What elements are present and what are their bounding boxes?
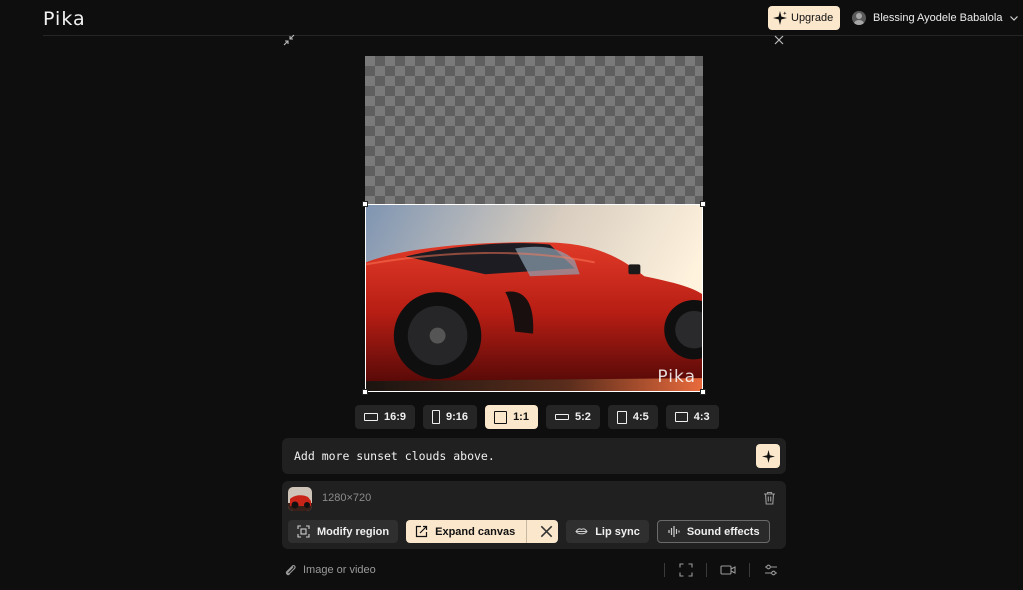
chevron-down-icon <box>1010 16 1019 21</box>
expand-canvas-preview[interactable]: Pika <box>362 56 706 395</box>
modify-region-button[interactable]: Modify region <box>288 520 399 543</box>
attach-label: Image or video <box>303 564 376 576</box>
ratio-label: 16:9 <box>384 411 407 423</box>
ratio-9-16-icon <box>432 410 441 424</box>
expand-canvas-label: Expand canvas <box>435 525 516 538</box>
prompt-input[interactable]: Add more sunset clouds above. <box>282 438 786 474</box>
asset-resolution: 1280×720 <box>322 492 372 504</box>
ratio-1-1-icon <box>494 410 508 424</box>
pika-logo[interactable]: Pika <box>43 8 86 30</box>
resize-handle-top-right[interactable] <box>700 201 706 207</box>
footer-divider <box>706 563 707 577</box>
close-icon <box>540 525 552 538</box>
user-name: Blessing Ayodele Babalola <box>873 12 1003 24</box>
modify-region-icon <box>297 525 310 538</box>
lips-icon <box>575 528 588 535</box>
upgrade-label: Upgrade <box>791 12 834 24</box>
resize-handle-bottom-right[interactable] <box>700 389 706 395</box>
attach-media-button[interactable]: Image or video <box>283 563 376 577</box>
transparent-expansion-area <box>365 56 703 204</box>
video-camera-icon[interactable] <box>720 563 736 577</box>
asset-thumbnail[interactable] <box>288 487 312 511</box>
ratio-1-1-button[interactable]: 1:1 <box>485 405 538 429</box>
resize-handle-bottom-left[interactable] <box>362 389 368 395</box>
fullscreen-icon[interactable] <box>679 563 693 577</box>
prompt-text[interactable]: Add more sunset clouds above. <box>294 449 495 463</box>
expand-canvas-button[interactable]: Expand canvas <box>406 520 559 543</box>
lip-sync-button[interactable]: Lip sync <box>566 520 649 543</box>
sound-effects-label: Sound effects <box>686 525 760 538</box>
ratio-label: 4:3 <box>693 411 710 423</box>
generate-button[interactable] <box>756 444 780 468</box>
source-image: Pika <box>365 204 703 392</box>
sound-wave-icon <box>668 526 680 537</box>
close-icon[interactable] <box>773 34 785 46</box>
header-divider <box>43 35 1023 36</box>
expand-canvas-icon <box>416 525 428 538</box>
lip-sync-label: Lip sync <box>595 525 640 538</box>
ratio-4-5-icon <box>616 410 627 424</box>
footer-divider <box>664 563 665 577</box>
user-avatar-icon <box>852 11 866 25</box>
upgrade-button[interactable]: Upgrade <box>768 6 840 30</box>
edit-tools: Modify region Expand canvas Lip sync Sou… <box>288 520 770 543</box>
ratio-9-16-button[interactable]: 9:16 <box>423 405 478 429</box>
ratio-5-2-button[interactable]: 5:2 <box>545 405 600 429</box>
ratio-label: 1:1 <box>513 411 529 423</box>
ratio-label: 5:2 <box>574 411 591 423</box>
ratio-4-5-button[interactable]: 4:5 <box>607 405 658 429</box>
ratio-5-2-icon <box>554 414 569 420</box>
resize-handle-top-left[interactable] <box>362 201 368 207</box>
sound-effects-button[interactable]: Sound effects <box>656 520 770 543</box>
sliders-icon[interactable] <box>764 563 778 577</box>
sparkle-icon <box>773 11 787 25</box>
ratio-label: 4:5 <box>632 411 649 423</box>
modify-region-label: Modify region <box>317 525 390 538</box>
collapse-icon[interactable] <box>283 34 295 46</box>
trash-icon[interactable] <box>763 491 776 505</box>
ratio-label: 9:16 <box>446 411 469 423</box>
user-menu[interactable]: Blessing Ayodele Babalola <box>852 8 1019 28</box>
remove-expand-canvas-button[interactable] <box>534 520 558 543</box>
tool-divider <box>526 520 528 543</box>
pika-watermark: Pika <box>657 367 696 387</box>
aspect-ratio-selector: 16:9 9:16 1:1 5:2 4:5 4:3 <box>355 405 719 429</box>
ratio-16-9-icon <box>364 413 378 421</box>
sparkle-icon <box>761 449 775 463</box>
ratio-16-9-button[interactable]: 16:9 <box>355 405 416 429</box>
paperclip-icon <box>285 565 296 576</box>
ratio-4-3-icon <box>674 412 688 422</box>
asset-panel: 1280×720 Modify region Expand canvas Lip… <box>282 481 786 549</box>
ratio-4-3-button[interactable]: 4:3 <box>665 405 719 429</box>
footer-divider <box>749 563 750 577</box>
